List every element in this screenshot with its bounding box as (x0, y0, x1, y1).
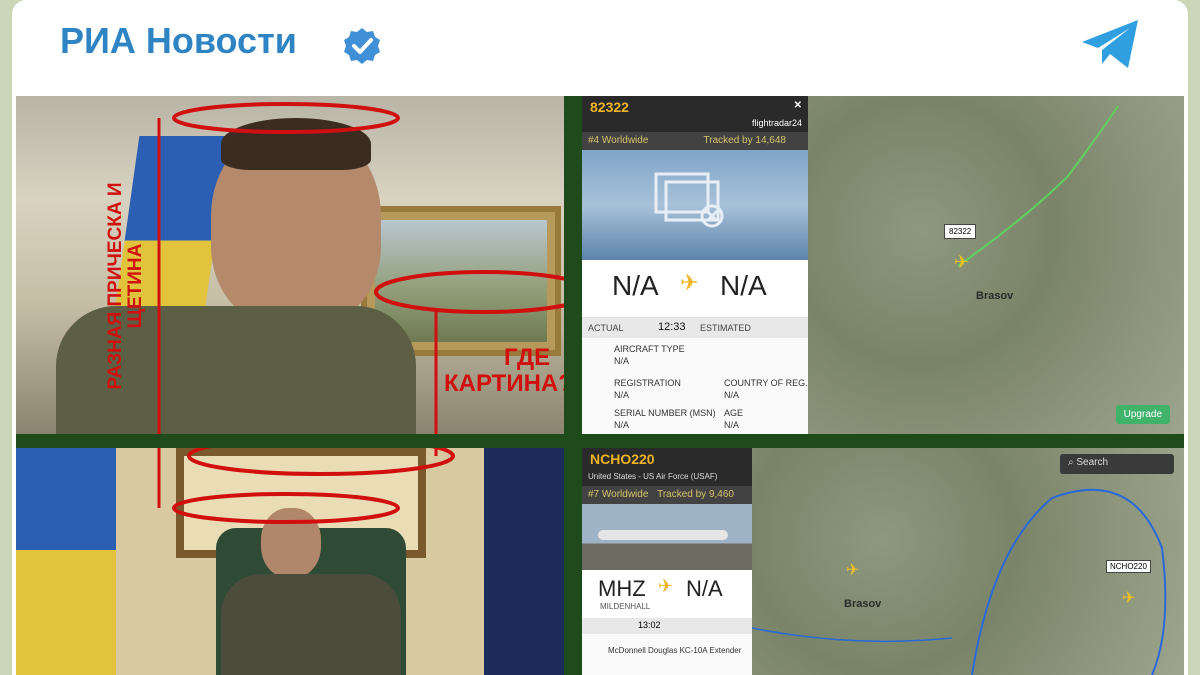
aircraft-photo-placeholder (582, 150, 808, 260)
operator-label: United States - US Air Force (USAF) (582, 470, 752, 486)
callsign-title-bottom: NCHO220 (582, 448, 752, 470)
photo-top-left: РАЗНАЯ ПРИЧЕСКА И ЩЕТИНА ГДЕ КАРТИНА? (16, 96, 564, 434)
no-image-icon (654, 172, 724, 228)
aircraft-type-bottom: McDonnell Douglas KC-10A Extender (582, 634, 752, 675)
channel-name[interactable]: РИА Новости (60, 20, 297, 62)
telegram-icon[interactable] (1080, 18, 1142, 70)
aircraft-marker-icon[interactable]: ✈ (954, 252, 969, 273)
annotation-where-line1: ГДЕ (504, 344, 551, 371)
map-flight-label-bottom: NCHO220 (1106, 560, 1151, 573)
origin-code: N/A (612, 270, 659, 301)
image-collage: РАЗНАЯ ПРИЧЕСКА И ЩЕТИНА ГДЕ КАРТИНА? 82… (16, 96, 1184, 675)
plane-icon: ✈ (680, 270, 699, 295)
destination-code: N/A (720, 270, 767, 301)
flightradar-bottom: NCHO220 United States - US Air Force (US… (582, 448, 1184, 675)
annotation-hair-stubble: РАЗНАЯ ПРИЧЕСКА И ЩЕТИНА (105, 182, 146, 390)
aircraft-marker-icon-3[interactable]: ✈ (1122, 588, 1135, 608)
flightradar-top: 82322 ✕ flightradar24 #4 Worldwide Tracked… (582, 96, 1184, 434)
annotation-where-line2: КАРТИНА? (444, 370, 564, 397)
photo-bottom-left (16, 448, 564, 675)
flight-map[interactable]: 82322 ✈ Brasov Upgrade (808, 96, 1184, 434)
callsign-title: 82322 ✕ (582, 96, 808, 118)
aircraft-photo (582, 504, 752, 570)
channel-header: РИА Новости (12, 0, 1188, 92)
map-search-input[interactable]: ⌕ Search (1060, 454, 1174, 474)
rank-bar-bottom: #7 Worldwide Tracked by 9,460 (582, 486, 752, 504)
map-flight-label: 82322 (944, 224, 977, 239)
rank-bar: #4 Worldwide Tracked by 14,648 (582, 132, 808, 150)
aircraft-marker-icon-2[interactable]: ✈ (846, 560, 859, 580)
verified-badge-icon (344, 28, 380, 64)
route-row: N/A ✈ N/A (582, 260, 808, 318)
city-label: Brasov (976, 290, 1014, 302)
plane-icon-bottom: ✈ (658, 576, 674, 596)
flight-path (957, 105, 1119, 267)
aircraft-details: AIRCRAFT TYPE N/A REGISTRATION N/A COUNT… (582, 338, 808, 434)
times-row: ACTUAL 12:33 ESTIMATED (582, 318, 808, 338)
route-row-bottom: MHZ MILDENHALL ✈ N/A (582, 570, 752, 618)
upgrade-button[interactable]: Upgrade (1115, 405, 1170, 424)
city-label-bottom: Brasov (844, 598, 882, 610)
brand-label: flightradar24 (582, 118, 808, 132)
flight-map-bottom[interactable]: ⌕ Search NCHO220 ✈ ✈ Brasov (752, 448, 1184, 675)
red-annotation-overlay-bottom (157, 448, 455, 524)
close-icon[interactable]: ✕ (794, 100, 802, 111)
times-row-bottom: 13:02 (582, 618, 752, 634)
post-card: РИА Новости РАЗНАЯ ПРИЧЕСКА И ЩЕТИНА ГДЕ… (12, 0, 1188, 675)
